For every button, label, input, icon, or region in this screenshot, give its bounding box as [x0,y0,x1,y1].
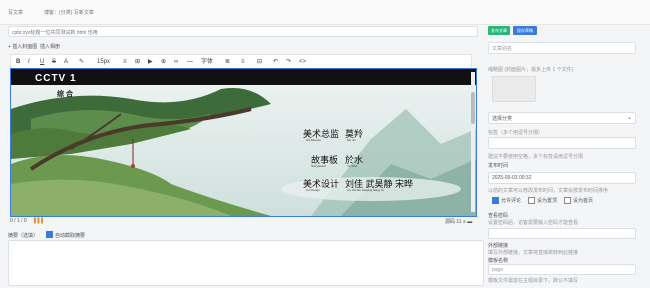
thumbnail-hint: 缩略图 (封面图片，最多上传 1 个文件) [488,67,574,73]
italic-button[interactable]: I [28,58,30,66]
breadcrumb-current: 写文章 [8,10,24,16]
excerpt-label: 摘要（选填） [8,233,39,239]
checkbox-checked-icon [46,231,53,238]
template-hint: 模板文件需放在主题目录下，默认不填写 [488,278,579,284]
chevron-down-icon: ⌄ [626,115,632,121]
word-count: 0 / 1 / 0 [10,218,27,224]
highlight-icon[interactable]: ✎ [79,58,84,66]
category-select-value: 选择分类 [492,116,513,122]
bold-button[interactable]: B [16,58,20,66]
credit-role-en: Art Design [306,188,321,192]
font-color-button[interactable]: A [64,58,68,66]
redo-icon[interactable]: ↷ [286,58,291,66]
credit-role-en: Art Director [306,138,322,142]
insert-album-link[interactable]: 插入相册 [40,43,60,50]
title-input[interactable]: cpbr.xyz标题一位共同测试新 html 也用 [8,26,478,37]
password-input[interactable] [488,228,636,239]
checkbox-icon [528,197,535,205]
indent-icon[interactable]: ≡ [241,58,245,66]
publish-time-value: 2025-09-03 00:32 [492,175,532,181]
editor-scroll-thumb[interactable] [471,92,475,124]
list-icon[interactable]: ≣ [225,58,230,66]
tags-placeholder: 标签（多个用逗号分隔） [488,130,544,136]
publish-time-label: 发布时间 [488,163,509,169]
tags-hint: 建议不要使用空格，多个标签请用逗号分隔 [488,154,584,160]
publish-button[interactable]: 发布文章 [488,26,510,35]
credit-name-en: Yu Shui [347,164,358,168]
emoji-icon[interactable]: ⊕ [161,58,166,66]
auto-excerpt-checkbox[interactable] [46,231,55,238]
underline-button[interactable]: U [40,58,44,66]
checkbox-icon [564,197,571,205]
slug-placeholder: 文章别名 [492,46,513,52]
credit-name-en: Liu Jia Wu Haojing Song Ye [347,188,384,192]
editor-content[interactable]: CCTV 1 综 合 美术总监 Art Director 莫羚 Mo Jin 故… [10,68,477,217]
breadcrumb-path[interactable]: 博客：(分类) 写新文章 [44,9,94,16]
image-icon[interactable]: ⊞ [135,58,140,66]
link-icon[interactable]: ∞ [174,58,178,66]
credit-name-en: Mo Jin [347,138,356,142]
option-label: 允许评论 [501,198,522,204]
template-value: page [492,267,504,273]
undo-icon[interactable]: ↶ [273,58,278,66]
code-icon[interactable]: <> [299,58,306,66]
banner-image [11,69,476,216]
auto-excerpt-label: 自动截取摘要 [55,233,86,239]
option-label: 设为置顶 [537,198,558,204]
excerpt-textarea[interactable] [8,240,484,286]
font-family-select[interactable]: 字体 [201,58,213,66]
cctv-logo: CCTV 1 [35,73,77,84]
publish-time-hint: 以前的文章可以修改发布时间，文章会按发布时间排序 [488,188,609,194]
editor-toolbar: B I U S A ✎ 15px ≡ ⊞ ▶ ⊕ ∞ — 字体 ≣ ≡ ⊟ ↶ … [10,54,472,69]
save-draft-button[interactable]: 保存草稿 [513,26,537,35]
category-select[interactable]: 选择分类 ⌄ [488,112,636,124]
slug-input[interactable]: 文章别名 [488,42,636,54]
table-icon[interactable]: ⊟ [257,58,262,66]
credit-role-en: Storyboard [311,164,326,168]
allow-comment-option[interactable]: 允许评论 [492,197,522,205]
status-indicator: ▌▌▌ [34,218,45,224]
strike-button[interactable]: S [52,58,56,66]
password-hint: 设置密码后，访客需要输入密码才能查看 [488,220,579,226]
source-toggle[interactable]: 源码 11 ≡ ▬ [445,218,472,225]
password-label: 查看密码 [488,213,509,219]
hr-icon[interactable]: — [187,58,193,66]
checkbox-checked-icon [492,197,499,205]
video-icon[interactable]: ▶ [148,58,153,66]
pin-top-option[interactable]: 设为置顶 [528,197,558,205]
template-input[interactable]: page [488,264,636,275]
font-size-select[interactable]: 15px [97,58,110,66]
thumbnail-upload[interactable] [492,76,536,102]
link-label: 外部链接 [488,243,509,249]
title-input-value: cpbr.xyz标题一位共同测试新 html 也用 [12,30,98,36]
insert-cover-link[interactable]: + 插入封面图 [8,43,37,50]
tags-input[interactable] [488,137,636,149]
set-home-option[interactable]: 设为首页 [564,197,594,205]
top-bar: 写文章 博客：(分类) 写新文章 [0,0,650,25]
options-row: 允许评论 设为置顶 设为首页 [488,197,634,205]
publish-time-input[interactable]: 2025-09-03 00:32 [488,172,636,184]
align-icon[interactable]: ≡ [123,58,127,66]
option-label: 设为首页 [573,198,594,204]
link-hint: 填写外部链接，文章将直接跳转到此链接 [488,250,579,256]
channel-label: 综 合 [57,91,73,98]
template-label: 模板名称 [488,258,509,264]
